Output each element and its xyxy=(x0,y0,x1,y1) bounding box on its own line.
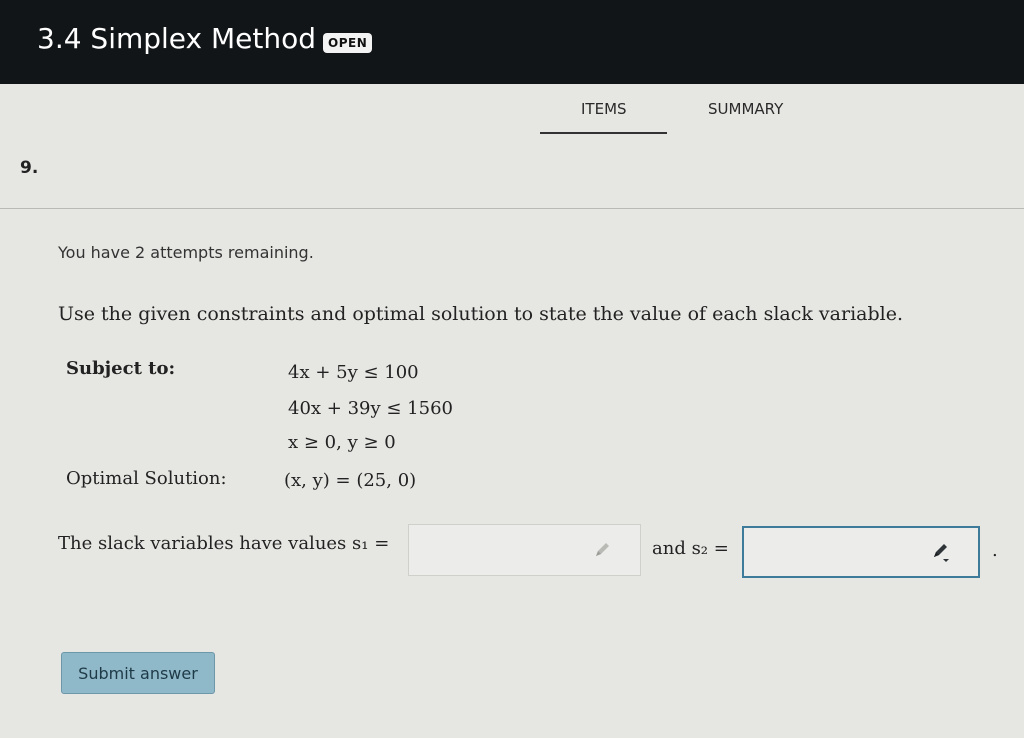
app-header: 3.4 Simplex Method OPEN xyxy=(0,0,1024,84)
question-instructions: Use the given constraints and optimal so… xyxy=(58,303,903,325)
sentence-period: . xyxy=(992,540,998,561)
slack-prompt: The slack variables have values s₁ = xyxy=(58,533,390,554)
submit-answer-button[interactable]: Submit answer xyxy=(61,652,215,694)
constraint-3: x ≥ 0, y ≥ 0 xyxy=(288,432,396,453)
tab-items[interactable]: ITEMS xyxy=(581,100,627,118)
constraint-1: 4x + 5y ≤ 100 xyxy=(288,362,419,383)
divider xyxy=(0,208,1024,209)
pencil-icon[interactable] xyxy=(930,542,952,564)
tab-summary[interactable]: SUMMARY xyxy=(708,100,783,118)
status-badge: OPEN xyxy=(323,33,373,53)
constraint-2: 40x + 39y ≤ 1560 xyxy=(288,398,453,419)
pencil-icon[interactable] xyxy=(592,539,614,561)
subject-to-label: Subject to: xyxy=(66,358,176,379)
page-title: 3.4 Simplex Method xyxy=(37,22,317,55)
optimal-solution-value: (x, y) = (25, 0) xyxy=(284,470,417,491)
attempts-remaining: You have 2 attempts remaining. xyxy=(58,243,314,262)
s1-answer-field[interactable] xyxy=(408,524,641,576)
tab-bar: ITEMS SUMMARY xyxy=(0,96,1024,136)
s2-answer-field[interactable] xyxy=(742,526,980,578)
and-s2-label: and s₂ = xyxy=(652,538,729,559)
optimal-solution-label: Optimal Solution: xyxy=(66,468,227,489)
question-number: 9. xyxy=(20,158,39,178)
active-tab-indicator xyxy=(540,132,667,134)
